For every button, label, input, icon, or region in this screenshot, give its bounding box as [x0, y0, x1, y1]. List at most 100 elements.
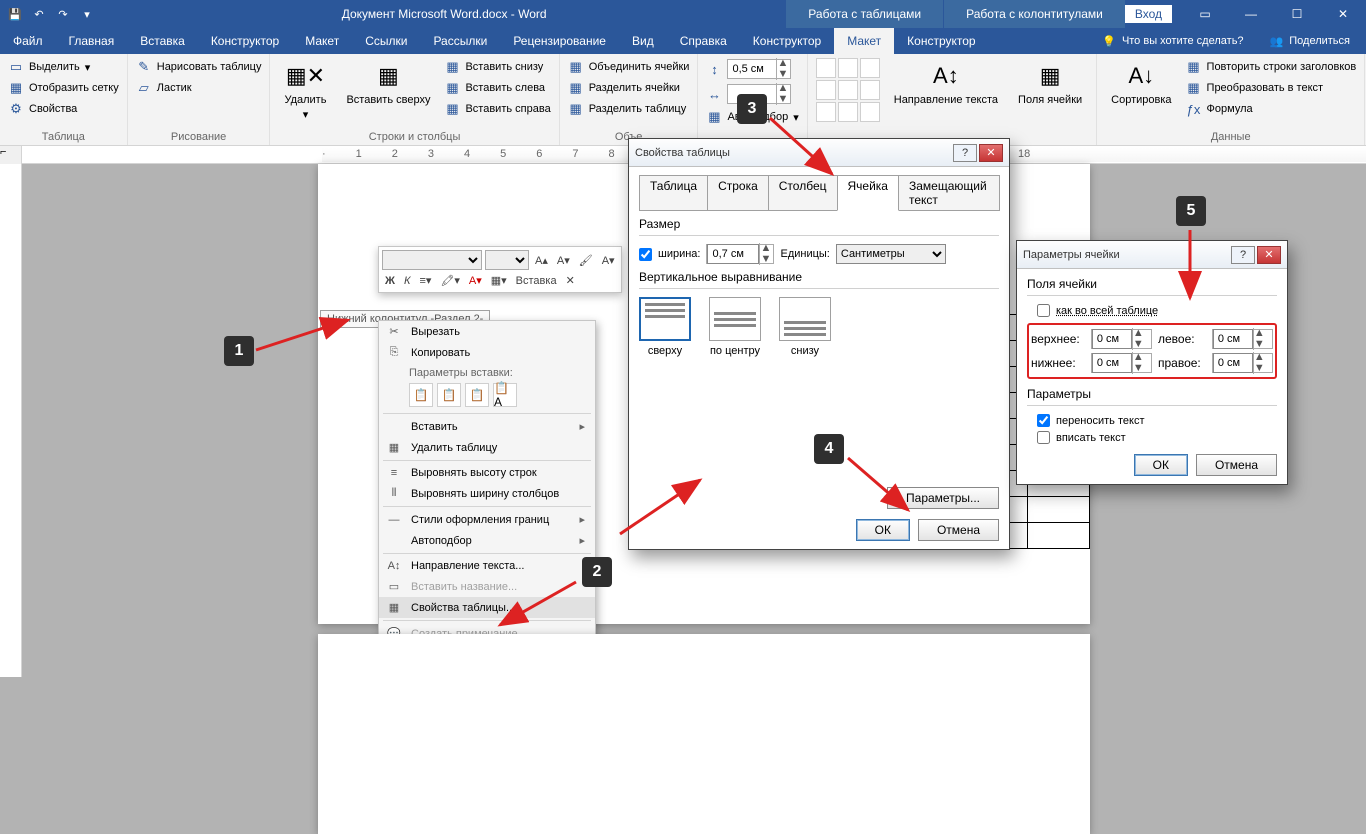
- mini-bold[interactable]: Ж: [382, 273, 398, 289]
- dlg1-close-icon[interactable]: ✕: [979, 144, 1003, 162]
- paste-opt-2[interactable]: 📋: [437, 383, 461, 407]
- dlg1-width-check[interactable]: ширина:: [639, 248, 700, 261]
- tab-mailings[interactable]: Рассылки: [420, 28, 500, 54]
- ctx-border-styles[interactable]: —Стили оформления границ: [379, 509, 595, 530]
- alignment-grid[interactable]: [816, 58, 880, 122]
- mini-insert[interactable]: Вставка: [513, 273, 560, 289]
- select-button[interactable]: ▭Выделить ▾: [8, 58, 119, 76]
- paste-opt-1[interactable]: 📋: [409, 383, 433, 407]
- tell-me-search[interactable]: 💡 Что вы хотите сделать?: [1102, 35, 1243, 48]
- dlg1-cancel-button[interactable]: Отмена: [918, 519, 999, 541]
- ribbon-options-icon[interactable]: ▭: [1182, 0, 1228, 28]
- properties-button[interactable]: ⚙Свойства: [8, 100, 119, 118]
- dlg2-fit-check[interactable]: вписать текст: [1037, 431, 1277, 444]
- dlg1-tab-table[interactable]: Таблица: [639, 175, 708, 211]
- tab-help[interactable]: Справка: [667, 28, 740, 54]
- ctx-dist-cols[interactable]: ⦀Выровнять ширину столбцов: [379, 483, 595, 504]
- insert-left-button[interactable]: ▦Вставить слева: [444, 79, 550, 97]
- dlg2-close-icon[interactable]: ✕: [1257, 246, 1281, 264]
- mini-fontcolor-icon[interactable]: A▾: [466, 272, 485, 289]
- dlg1-tab-alt[interactable]: Замещающий текст: [898, 175, 1000, 211]
- merge-button[interactable]: ▦Объединить ячейки: [568, 58, 690, 76]
- login-button[interactable]: Вход: [1125, 5, 1172, 23]
- tab-review[interactable]: Рецензирование: [500, 28, 619, 54]
- mini-delete-icon[interactable]: ✕: [563, 272, 578, 289]
- tab-view[interactable]: Вид: [619, 28, 667, 54]
- dlg1-valign-bottom[interactable]: снизу: [779, 297, 831, 357]
- dlg1-valign-top[interactable]: сверху: [639, 297, 691, 357]
- drawtable-button[interactable]: ✎Нарисовать таблицу: [136, 58, 262, 76]
- repeat-header-button[interactable]: ▦Повторить строки заголовков: [1186, 58, 1357, 76]
- dlg2-right-input[interactable]: ▲▼: [1212, 353, 1273, 373]
- undo-icon[interactable]: ↶: [30, 5, 48, 23]
- mini-border-icon[interactable]: ▦▾: [488, 272, 510, 289]
- ctx-table-properties[interactable]: ▦Свойства таблицы...: [379, 597, 595, 618]
- dlg2-wrap-check[interactable]: переносить текст: [1037, 414, 1277, 427]
- share-button[interactable]: 👥 Поделиться: [1270, 35, 1350, 48]
- dlg1-tab-column[interactable]: Столбец: [768, 175, 838, 211]
- eraser-button[interactable]: ▱Ластик: [136, 79, 262, 97]
- tab-insert[interactable]: Вставка: [127, 28, 198, 54]
- ctx-delete-table[interactable]: ▦Удалить таблицу: [379, 437, 595, 458]
- paste-opt-3[interactable]: 📋: [465, 383, 489, 407]
- paste-opt-4[interactable]: 📋A: [493, 383, 517, 407]
- ctx-insert[interactable]: Вставить: [379, 416, 595, 437]
- ctx-cut[interactable]: ✂Вырезать: [379, 321, 595, 342]
- cellmargins-button[interactable]: ▦Поля ячейки: [1012, 58, 1088, 108]
- sort-button[interactable]: A↓Сортировка: [1105, 58, 1177, 108]
- insert-right-button[interactable]: ▦Вставить справа: [444, 100, 550, 118]
- dlg2-ok-button[interactable]: ОК: [1134, 454, 1188, 476]
- dlg1-tab-cell[interactable]: Ячейка: [837, 175, 899, 211]
- dlg2-top-input[interactable]: ▲▼: [1091, 329, 1152, 349]
- splittable-button[interactable]: ▦Разделить таблицу: [568, 100, 690, 118]
- ctx-dist-rows[interactable]: ≡Выровнять высоту строк: [379, 463, 595, 483]
- ctx-textdir[interactable]: A↕Направление текста...: [379, 556, 595, 576]
- redo-icon[interactable]: ↷: [54, 5, 72, 23]
- mini-styles-icon[interactable]: A▾: [599, 252, 618, 269]
- dlg1-units-select[interactable]: Сантиметры: [836, 244, 946, 264]
- tab-ctx-design[interactable]: Конструктор: [740, 28, 834, 54]
- tab-design[interactable]: Конструктор: [198, 28, 292, 54]
- tab-ctx-layout[interactable]: Макет: [834, 28, 894, 54]
- maximize-icon[interactable]: ☐: [1274, 0, 1320, 28]
- dlg2-cancel-button[interactable]: Отмена: [1196, 454, 1277, 476]
- row-height[interactable]: ↕▲▼: [706, 58, 798, 80]
- insert-above-button[interactable]: ▦Вставить сверху: [340, 58, 436, 108]
- ruler-vertical[interactable]: [0, 164, 22, 677]
- mini-shrinkfont-icon[interactable]: A▾: [554, 252, 573, 269]
- convert-button[interactable]: ▦Преобразовать в текст: [1186, 79, 1357, 97]
- dlg1-options-button[interactable]: Параметры...: [887, 487, 999, 509]
- dlg1-ok-button[interactable]: ОК: [856, 519, 910, 541]
- tab-ctx-hf-design[interactable]: Конструктор: [894, 28, 988, 54]
- mini-aligncenter-icon[interactable]: ≡▾: [416, 272, 434, 289]
- mini-growfont-icon[interactable]: A▴: [532, 252, 551, 269]
- tab-file[interactable]: Файл: [0, 28, 56, 54]
- mini-size[interactable]: [485, 250, 529, 270]
- insert-below-button[interactable]: ▦Вставить снизу: [444, 58, 550, 76]
- tab-references[interactable]: Ссылки: [352, 28, 420, 54]
- minimize-icon[interactable]: —: [1228, 0, 1274, 28]
- textdir-button[interactable]: A↕Направление текста: [888, 58, 1004, 108]
- mini-font[interactable]: [382, 250, 482, 270]
- dlg1-width-input[interactable]: ▲▼: [706, 244, 774, 264]
- splitcells-button[interactable]: ▦Разделить ячейки: [568, 79, 690, 97]
- viewgrid-button[interactable]: ▦Отобразить сетку: [8, 79, 119, 97]
- dlg1-valign-center[interactable]: по центру: [709, 297, 761, 357]
- dlg1-titlebar[interactable]: Свойства таблицы ?✕: [629, 139, 1009, 167]
- tab-layout[interactable]: Макет: [292, 28, 352, 54]
- mini-highlight-icon[interactable]: 🖍▾: [437, 272, 463, 289]
- save-icon[interactable]: 💾: [6, 5, 24, 23]
- formula-button[interactable]: ƒxФормула: [1186, 100, 1357, 118]
- tab-home[interactable]: Главная: [56, 28, 128, 54]
- ctx-copy[interactable]: ⎘Копировать: [379, 342, 595, 363]
- mini-formatpainter-icon[interactable]: 🖌: [576, 252, 596, 269]
- qa-customize-icon[interactable]: ▾: [78, 5, 96, 23]
- dlg2-help-icon[interactable]: ?: [1231, 246, 1255, 264]
- mini-italic[interactable]: К: [401, 273, 413, 289]
- dlg2-bottom-input[interactable]: ▲▼: [1091, 353, 1152, 373]
- dlg1-tab-row[interactable]: Строка: [707, 175, 769, 211]
- dlg2-same-check[interactable]: как во всей таблице: [1037, 304, 1277, 317]
- ctx-autofit[interactable]: Автоподбор: [379, 530, 595, 551]
- delete-button[interactable]: ▦✕Удалить▾: [278, 58, 332, 123]
- dlg1-help-icon[interactable]: ?: [953, 144, 977, 162]
